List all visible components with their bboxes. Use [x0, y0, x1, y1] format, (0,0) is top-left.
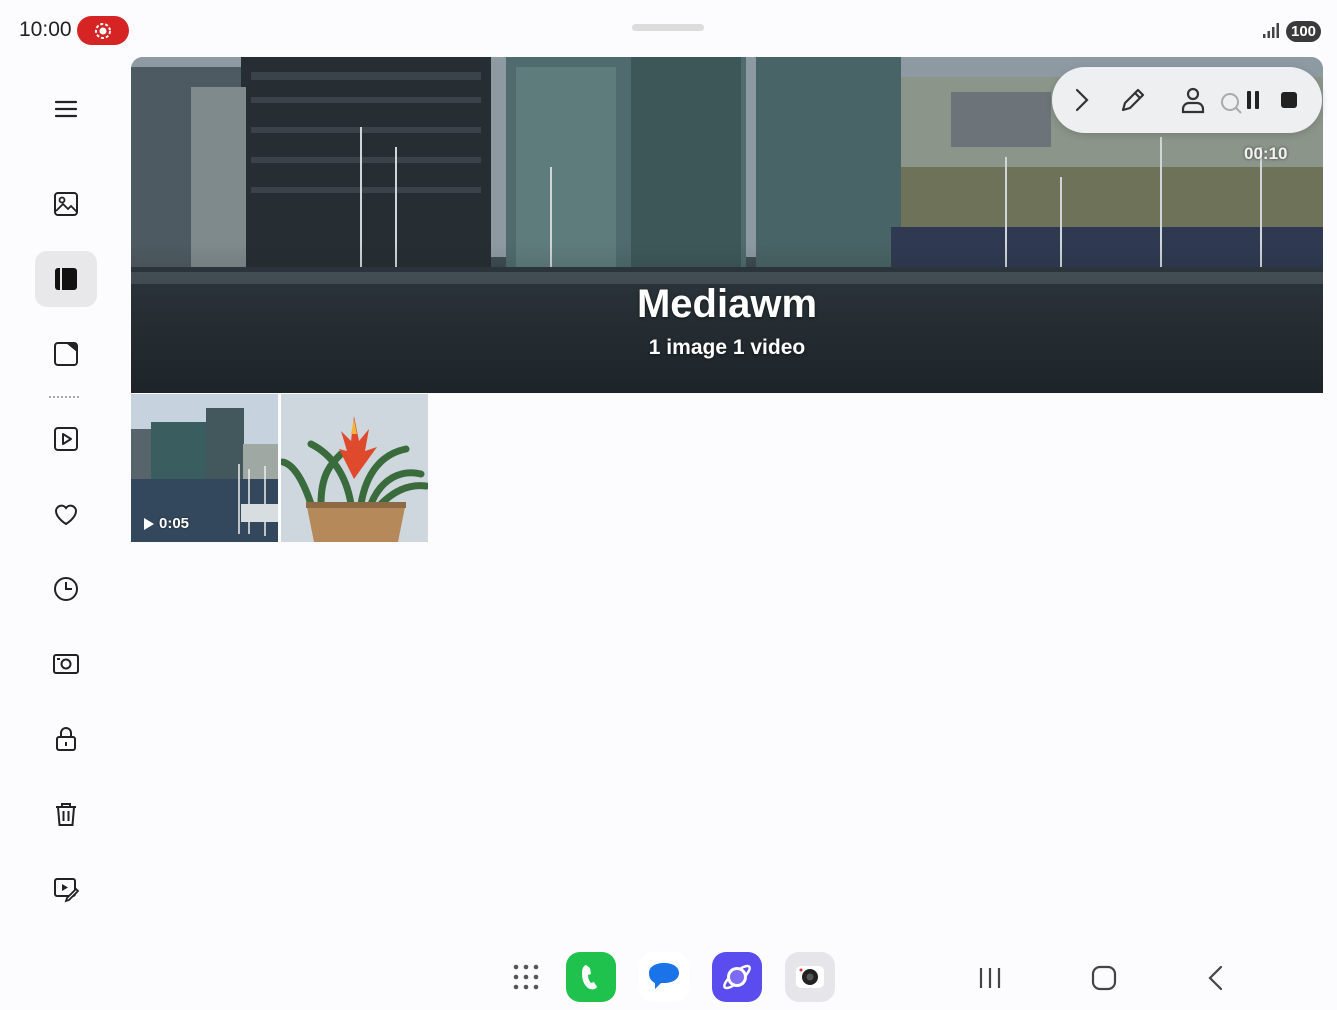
draw-button[interactable] [1116, 83, 1150, 117]
sidebar-item-recycle-bin[interactable] [35, 786, 97, 842]
sidebar-item-stories[interactable] [35, 326, 97, 382]
pencil-icon [1121, 88, 1145, 112]
taskbar [0, 940, 1337, 1010]
expand-button[interactable] [1064, 83, 1098, 117]
messages-app[interactable] [639, 952, 689, 1002]
clock: 10:00 [19, 18, 72, 41]
recording-timer: 00:10 [1244, 144, 1288, 163]
sidebar-item-video-editor[interactable] [35, 861, 97, 917]
home-icon [1091, 965, 1117, 991]
menu-icon [54, 100, 78, 118]
status-bar: 10:00 100 [0, 0, 1337, 58]
album-count: 1 image 1 video [648, 336, 806, 359]
stories-icon [54, 342, 78, 366]
apps-button[interactable] [501, 952, 551, 1002]
trash-icon [56, 803, 76, 826]
home-button[interactable] [1084, 958, 1124, 998]
battery-indicator: 100 [1286, 21, 1321, 42]
selfie-video-button[interactable] [1176, 83, 1210, 117]
sidebar-item-recent[interactable] [35, 561, 97, 617]
back-icon [1208, 965, 1223, 991]
sidebar-item-albums[interactable] [35, 251, 97, 307]
album-title: Mediawm [636, 282, 818, 326]
lock-icon [56, 727, 76, 751]
recents-icon [979, 968, 1001, 988]
plant-thumbnail [281, 394, 428, 542]
record-icon [95, 22, 111, 39]
phone-icon [582, 965, 597, 990]
screenshot-icon [53, 654, 79, 674]
stop-icon [1281, 92, 1297, 108]
sidebar-item-screenshots[interactable] [35, 636, 97, 692]
signal-icon [1263, 23, 1279, 38]
screen-recording-indicator[interactable] [77, 16, 129, 45]
media-item-video[interactable]: 0:05 [131, 394, 278, 542]
media-item-image[interactable] [281, 394, 428, 542]
screen-recorder-toolbar [1052, 67, 1322, 133]
recents-button[interactable] [970, 958, 1010, 998]
video-edit-icon [54, 878, 80, 903]
play-icon [144, 517, 154, 530]
sidebar-item-pictures[interactable] [35, 176, 97, 232]
duration-label: 0:05 [159, 515, 190, 532]
albums-icon [55, 268, 77, 290]
apps-grid-icon [513, 964, 539, 990]
person-icon [1181, 87, 1205, 114]
sidebar-item-secure-folder[interactable] [35, 711, 97, 767]
chat-bubble-icon [649, 963, 679, 989]
camera-icon [796, 966, 824, 988]
internet-app[interactable] [712, 952, 762, 1002]
clock-icon [54, 577, 78, 601]
stop-button[interactable] [1272, 83, 1306, 117]
planet-icon [723, 964, 751, 990]
pictures-icon [54, 192, 78, 216]
sidebar [0, 58, 130, 938]
sidebar-item-videos[interactable] [35, 411, 97, 467]
chevron-right-icon [1075, 88, 1089, 112]
menu-button[interactable] [35, 81, 97, 137]
sidebar-item-favourites[interactable] [35, 486, 97, 542]
camera-app[interactable] [785, 952, 835, 1002]
videos-icon [54, 427, 78, 451]
drag-handle[interactable] [632, 24, 704, 31]
pause-button[interactable] [1236, 83, 1270, 117]
phone-app[interactable] [566, 952, 616, 1002]
sidebar-divider [49, 396, 79, 400]
back-button[interactable] [1197, 958, 1237, 998]
video-duration: 0:05 [143, 515, 189, 532]
heart-icon [54, 504, 78, 526]
pause-icon [1247, 91, 1259, 109]
